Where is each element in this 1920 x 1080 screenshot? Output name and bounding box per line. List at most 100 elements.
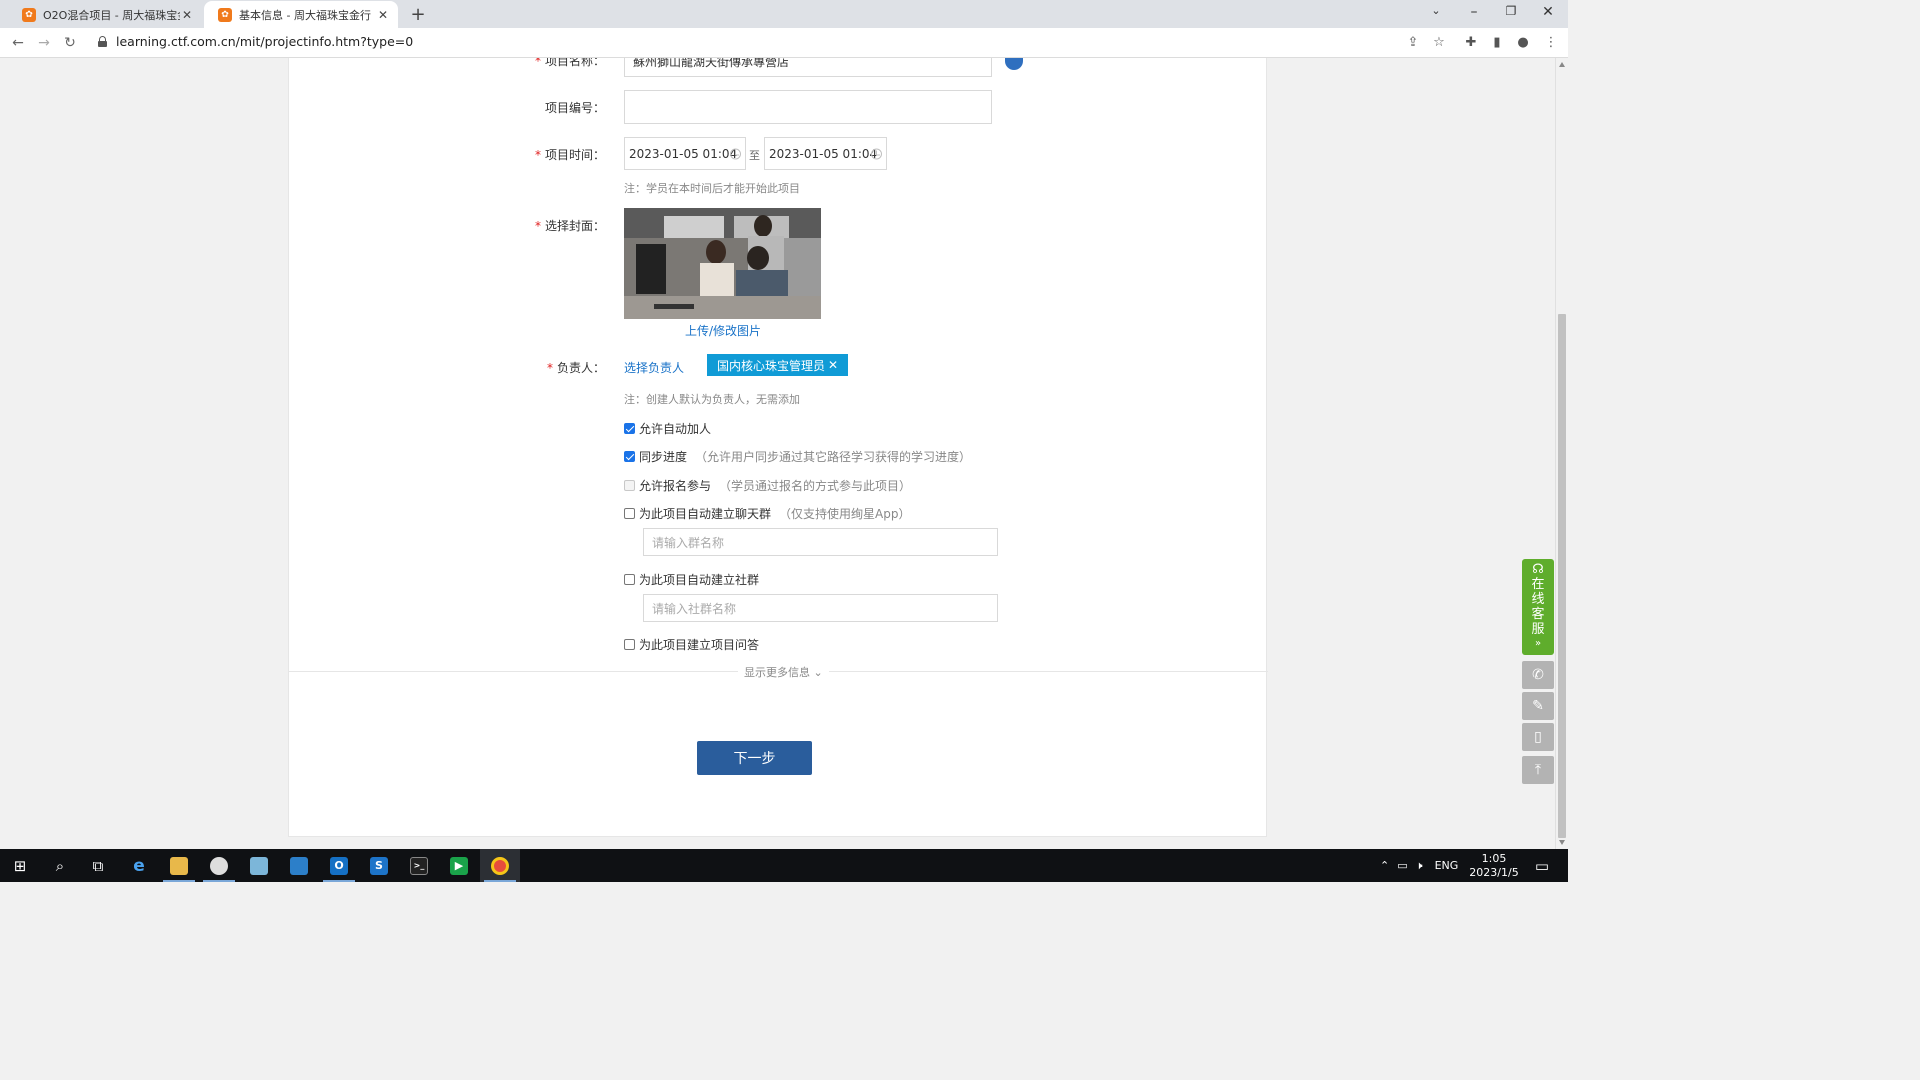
new-tab-button[interactable]: + [408, 4, 428, 25]
placeholder: 请输入社群名称 [652, 601, 737, 616]
feedback-icon[interactable]: ✎ [1522, 692, 1554, 720]
forward-button[interactable]: → [34, 33, 54, 53]
cover-image [624, 208, 821, 319]
language-indicator[interactable]: ENG [1435, 859, 1459, 872]
globe-icon[interactable] [1005, 58, 1023, 70]
community-name-input[interactable]: 请输入社群名称 [643, 594, 998, 622]
option-community[interactable]: 为此项目自动建立社群 [624, 571, 759, 588]
terminal-icon[interactable]: >_ [399, 849, 439, 882]
service-text: 线 [1531, 592, 1545, 607]
show-more-toggle[interactable]: 显示更多信息 ⌄ [738, 664, 829, 680]
menu-kebab-icon[interactable]: ⋮ [1541, 33, 1561, 53]
option-label: 为此项目建立项目问答 [639, 638, 760, 652]
community-checkbox[interactable] [624, 574, 635, 585]
start-time-input[interactable]: 2023-01-05 01:04 [624, 137, 746, 170]
browser-toolbar: ← → ↻ learning.ctf.com.cn/mit/projectinf… [0, 28, 1568, 58]
headset-icon: ☊ [1532, 562, 1544, 577]
auto-join-checkbox[interactable] [624, 423, 635, 434]
back-to-top-icon[interactable]: ⤒ [1522, 756, 1554, 784]
show-more-label: 显示更多信息 [744, 666, 810, 679]
outlook-icon[interactable]: O [319, 849, 359, 882]
notification-center-icon[interactable]: ▭ [1522, 849, 1562, 882]
option-chat-group[interactable]: 为此项目自动建立聊天群 （仅支持使用绚星App） [624, 505, 910, 522]
option-label: 允许报名参与 [639, 479, 712, 493]
chrome-icon[interactable] [480, 849, 520, 882]
option-label: 为此项目自动建立聊天群 [639, 507, 772, 521]
ie-browser-icon[interactable]: e [119, 849, 159, 882]
select-owner-link[interactable]: 选择负责人 [624, 359, 684, 376]
side-panel-icon[interactable]: ▮ [1487, 33, 1507, 53]
browser-tab-o2o[interactable]: ✿ O2O混合项目 - 周大福珠宝金行 ✕ [8, 1, 202, 28]
s-app-icon[interactable]: S [359, 849, 399, 882]
lock-icon [98, 36, 107, 47]
service-text: 服 [1531, 622, 1545, 637]
scroll-up-arrow-icon[interactable] [1559, 62, 1565, 67]
extensions-icon[interactable]: ✚ [1461, 33, 1481, 53]
option-hint: （学员通过报名的方式参与此项目） [719, 479, 912, 493]
owner-tag: 国内核心珠宝管理员 ✕ [707, 354, 848, 376]
project-name-input[interactable]: 蘇州獅山龍湖天街傳承專營店 [624, 58, 992, 77]
expand-icon: » [1534, 638, 1542, 649]
browser-tab-basic-info[interactable]: ✿ 基本信息 - 周大福珠宝金行（深圳 ✕ [204, 1, 398, 28]
chat-group-checkbox[interactable] [624, 508, 635, 519]
option-label: 为此项目自动建立社群 [639, 573, 760, 587]
task-view-icon[interactable]: ⧉ [78, 849, 118, 882]
option-allow-signup: 允许报名参与 （学员通过报名的方式参与此项目） [624, 477, 911, 494]
upload-cover-link[interactable]: 上传/修改图片 [685, 322, 761, 339]
scrollbar-thumb[interactable] [1558, 314, 1566, 838]
project-time-label: * 项目时间： [534, 148, 605, 162]
network-icon[interactable]: ▭ [1397, 859, 1407, 872]
tab-title: O2O混合项目 - 周大福珠宝金行 [43, 8, 180, 22]
search-icon[interactable]: ⌕ [40, 849, 80, 882]
tab-search-chevron-icon[interactable]: ⌄ [1426, 4, 1446, 17]
scroll-down-arrow-icon[interactable] [1559, 840, 1565, 845]
profile-avatar-icon[interactable]: ● [1513, 33, 1533, 53]
next-step-button[interactable]: 下一步 [697, 741, 812, 775]
media-player-icon[interactable]: ▶ [439, 849, 479, 882]
end-time-input[interactable]: 2023-01-05 01:04 [764, 137, 887, 170]
windows-start-icon[interactable]: ⊞ [0, 849, 40, 882]
chat-group-name-input[interactable]: 请输入群名称 [643, 528, 998, 556]
qa-checkbox[interactable] [624, 639, 635, 650]
online-service-button[interactable]: ☊ 在 线 客 服 » [1522, 559, 1554, 655]
windows-taskbar: ⊞ ⌕ ⧉ e O S >_ ▶ ⌃ ▭ 🕨 ENG 1:05 2023/1/5… [0, 849, 1568, 882]
page-scrollbar[interactable] [1555, 58, 1568, 849]
project-code-input[interactable] [624, 90, 992, 124]
chevron-down-icon: ⌄ [813, 666, 823, 679]
mobile-icon[interactable]: ▯ [1522, 723, 1554, 751]
reload-button[interactable]: ↻ [60, 33, 80, 53]
project-time-note: 注：学员在本时间后才能开始此项目 [624, 182, 800, 195]
clock-icon [730, 148, 741, 159]
sync-progress-checkbox[interactable] [624, 451, 635, 462]
back-button[interactable]: ← [8, 33, 28, 53]
system-tray: ⌃ ▭ 🕨 ENG [1380, 849, 1458, 882]
remote-desktop-icon[interactable] [279, 849, 319, 882]
window-close-button[interactable]: ✕ [1538, 4, 1558, 20]
volume-icon[interactable]: 🕨 [1416, 859, 1423, 873]
page-viewport: * 项目名称： 蘇州獅山龍湖天街傳承專營店 项目编号： * 项目时间： 2023-0… [0, 58, 1555, 849]
tray-expand-chevron-icon[interactable]: ⌃ [1380, 859, 1389, 872]
clock-icon [871, 148, 882, 159]
clock-date: 2023/1/5 [1469, 866, 1519, 879]
notes-app-icon[interactable] [239, 849, 279, 882]
option-qa[interactable]: 为此项目建立项目问答 [624, 636, 759, 653]
cover-label: * 选择封面： [534, 219, 605, 233]
remove-owner-icon[interactable]: ✕ [828, 358, 838, 372]
owner-label: * 负责人： [546, 361, 605, 375]
close-icon[interactable]: ✕ [180, 8, 194, 22]
minimize-button[interactable]: – [1464, 4, 1484, 20]
service-text: 在 [1531, 577, 1545, 592]
option-sync-progress[interactable]: 同步进度 （允许用户同步通过其它路径学习获得的学习进度） [624, 448, 971, 465]
option-auto-join[interactable]: 允许自动加人 [624, 420, 711, 437]
address-bar[interactable]: learning.ctf.com.cn/mit/projectinfo.htm?… [116, 34, 413, 49]
close-icon[interactable]: ✕ [376, 8, 390, 22]
share-icon[interactable]: ⇪ [1403, 33, 1423, 53]
taskbar-clock[interactable]: 1:05 2023/1/5 [1466, 852, 1522, 880]
bookmark-star-icon[interactable]: ☆ [1429, 33, 1449, 53]
project-name-label: * 项目名称： [534, 58, 605, 68]
clock-app-icon[interactable] [199, 849, 239, 882]
allow-signup-checkbox [624, 480, 635, 491]
restore-button[interactable]: ❐ [1501, 4, 1521, 18]
wechat-icon[interactable]: ✆ [1522, 661, 1554, 689]
file-explorer-icon[interactable] [159, 849, 199, 882]
